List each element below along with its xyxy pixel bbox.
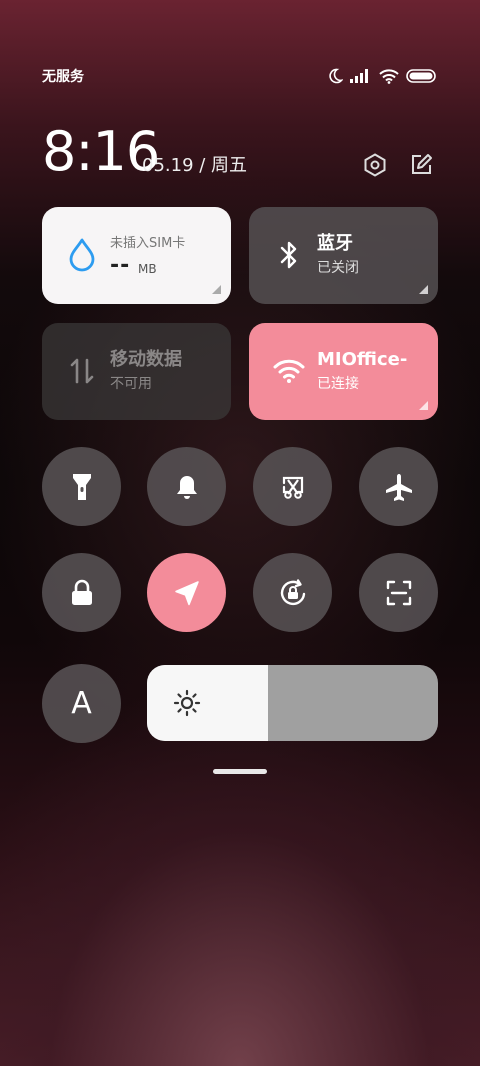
bell-icon [176,475,197,499]
status-bar: 无服务 [42,64,436,88]
sim-tile[interactable]: 未插入SIM卡 -- MB [42,207,231,304]
wifi-icon [273,355,305,387]
lock-screen-toggle[interactable] [42,553,121,632]
airplane-toggle[interactable] [359,447,438,526]
auto-brightness-toggle[interactable]: A [42,664,121,743]
moon-icon [329,68,343,84]
mobile-data-tile-title: 移动数据 [110,349,182,370]
expand-corner-icon [419,401,428,410]
brightness-fill [147,665,269,741]
water-drop-icon [66,238,98,272]
location-arrow-icon [174,580,199,605]
wifi-tile-status: 已连接 [317,376,359,392]
sim-tile-value: -- [110,253,131,278]
rotation-lock-toggle[interactable] [253,553,332,632]
bluetooth-tile[interactable]: 蓝牙 已关闭 [249,207,438,304]
drag-handle[interactable] [213,769,267,774]
edit-button[interactable] [406,150,436,180]
wifi-icon [379,68,399,84]
expand-corner-icon [212,285,221,294]
brightness-slider[interactable] [147,665,438,741]
mobile-data-tile-status: 不可用 [110,376,152,392]
wifi-tile[interactable]: MIOffice- 已连接 [249,323,438,420]
battery-icon [406,69,436,83]
mobile-data-tile[interactable]: 移动数据 不可用 [42,323,231,420]
settings-button[interactable] [360,150,390,180]
data-arrows-icon [66,355,98,387]
scanner-toggle[interactable] [359,553,438,632]
expand-corner-icon [419,285,428,294]
wifi-tile-title: MIOffice- [317,349,408,370]
scan-icon [386,580,411,605]
settings-icon [364,153,386,177]
sun-icon [173,689,201,717]
status-icons [327,68,436,84]
header: 8:16 05.19 / 周五 [42,122,438,182]
sim-tile-title: 未插入SIM卡 [110,236,186,251]
carrier-label: 无服务 [42,69,84,85]
date-label: 05.19 / 周五 [142,155,248,176]
rotation-lock-icon [280,578,305,605]
auto-brightness-label: A [71,686,92,721]
airplane-icon [385,473,412,501]
flashlight-toggle[interactable] [42,447,121,526]
signal-icon [350,69,368,83]
lock-icon [71,579,92,605]
bluetooth-tile-title: 蓝牙 [317,233,353,254]
flashlight-icon [72,473,91,500]
screenshot-icon [282,476,303,499]
bluetooth-icon [273,239,305,271]
sim-tile-unit: MB [138,262,157,276]
location-toggle[interactable] [147,553,226,632]
screenshot-toggle[interactable] [253,447,332,526]
ring-toggle[interactable] [147,447,226,526]
bluetooth-tile-status: 已关闭 [317,260,359,276]
edit-icon [412,154,432,174]
